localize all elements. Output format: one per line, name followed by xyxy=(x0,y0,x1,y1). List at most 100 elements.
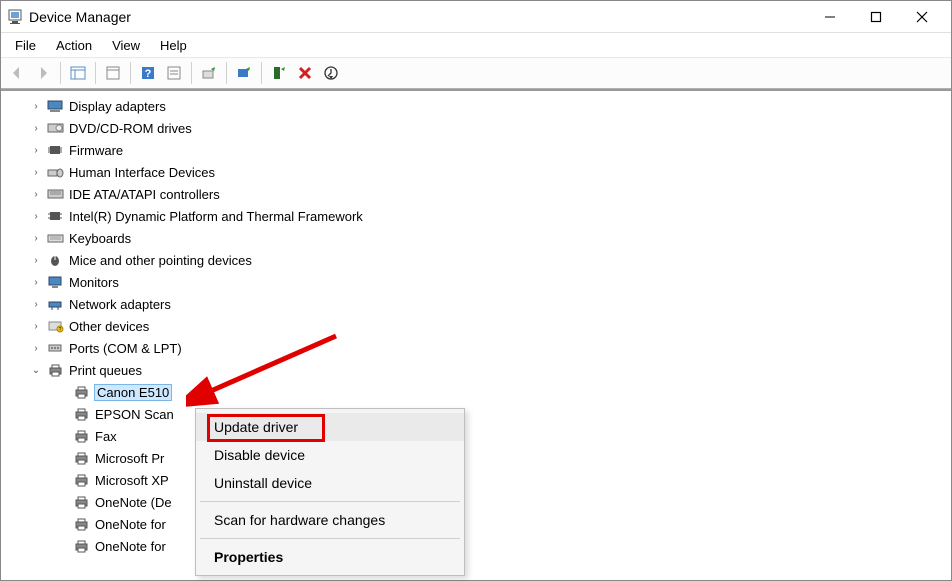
expand-icon[interactable]: › xyxy=(29,165,43,179)
toolbar-separator xyxy=(226,62,227,84)
expand-icon[interactable]: › xyxy=(29,121,43,135)
printer-icon xyxy=(73,406,91,422)
window-title: Device Manager xyxy=(29,9,807,25)
tree-label: Other devices xyxy=(69,319,149,334)
tree-node-onenote-for1[interactable]: OneNote for xyxy=(1,513,951,535)
menu-file[interactable]: File xyxy=(5,36,46,55)
enable-device-button[interactable] xyxy=(232,61,256,85)
menu-properties[interactable]: Properties xyxy=(196,543,464,571)
window-controls xyxy=(807,2,945,32)
tree-node-canon-e510[interactable]: Canon E510 xyxy=(1,381,951,403)
menu-uninstall-device[interactable]: Uninstall device xyxy=(196,469,464,497)
scan-hardware-button[interactable] xyxy=(319,61,343,85)
tree-label: OneNote for xyxy=(95,539,166,554)
tree-node-hid[interactable]: › Human Interface Devices xyxy=(1,161,951,183)
collapse-icon[interactable]: ⌄ xyxy=(29,363,43,377)
tree-node-microsoft-pr[interactable]: Microsoft Pr xyxy=(1,447,951,469)
tree-node-fax[interactable]: Fax xyxy=(1,425,951,447)
tree-label: Keyboards xyxy=(69,231,131,246)
tree-node-display-adapters[interactable]: › Display adapters xyxy=(1,95,951,117)
printer-icon xyxy=(73,538,91,554)
tree-node-mice[interactable]: › Mice and other pointing devices xyxy=(1,249,951,271)
hid-icon xyxy=(47,164,65,180)
expand-icon[interactable]: › xyxy=(29,319,43,333)
tree-label: Firmware xyxy=(69,143,123,158)
tree-node-epson-scan[interactable]: EPSON Scan xyxy=(1,403,951,425)
close-button[interactable] xyxy=(899,2,945,32)
forward-button[interactable] xyxy=(31,61,55,85)
tree-node-firmware[interactable]: › Firmware xyxy=(1,139,951,161)
back-button[interactable] xyxy=(5,61,29,85)
tree-node-intel-dptf[interactable]: › Intel(R) Dynamic Platform and Thermal … xyxy=(1,205,951,227)
tree-node-ports[interactable]: › Ports (COM & LPT) xyxy=(1,337,951,359)
menu-help[interactable]: Help xyxy=(150,36,197,55)
expand-icon[interactable]: › xyxy=(29,99,43,113)
tree-label: Canon E510 xyxy=(95,385,171,400)
dvd-icon xyxy=(47,120,65,136)
maximize-button[interactable] xyxy=(853,2,899,32)
other-icon: ? xyxy=(47,318,65,334)
tree-node-monitors[interactable]: › Monitors xyxy=(1,271,951,293)
tree-label: Intel(R) Dynamic Platform and Thermal Fr… xyxy=(69,209,363,224)
printer-icon xyxy=(73,450,91,466)
keyboard-icon xyxy=(47,230,65,246)
printer-icon xyxy=(73,472,91,488)
mouse-icon xyxy=(47,252,65,268)
tree-label: Microsoft XP xyxy=(95,473,169,488)
toolbar: ? xyxy=(1,57,951,89)
tree-node-network[interactable]: › Network adapters xyxy=(1,293,951,315)
printer-icon xyxy=(73,384,91,400)
tree-label: OneNote (De xyxy=(95,495,172,510)
tree-node-print-queues[interactable]: ⌄ Print queues xyxy=(1,359,951,381)
help-button[interactable]: ? xyxy=(136,61,160,85)
printer-icon xyxy=(73,516,91,532)
svg-text:?: ? xyxy=(145,68,152,80)
toolbar-separator xyxy=(130,62,131,84)
chip-icon xyxy=(47,208,65,224)
show-hide-tree-button[interactable] xyxy=(66,61,90,85)
toolbar-separator xyxy=(60,62,61,84)
menu-scan-hardware[interactable]: Scan for hardware changes xyxy=(196,506,464,534)
delete-button[interactable] xyxy=(293,61,317,85)
tree-label: Ports (COM & LPT) xyxy=(69,341,182,356)
printer-icon xyxy=(73,428,91,444)
menu-update-driver[interactable]: Update driver xyxy=(196,413,464,441)
tree-node-ide[interactable]: › IDE ATA/ATAPI controllers xyxy=(1,183,951,205)
uninstall-button[interactable] xyxy=(267,61,291,85)
ports-icon xyxy=(47,340,65,356)
update-driver-button[interactable] xyxy=(197,61,221,85)
expand-icon[interactable]: › xyxy=(29,297,43,311)
menu-view[interactable]: View xyxy=(102,36,150,55)
monitor-icon xyxy=(47,274,65,290)
expand-icon[interactable]: › xyxy=(29,143,43,157)
properties-button[interactable] xyxy=(101,61,125,85)
menubar: File Action View Help xyxy=(1,33,951,57)
context-menu: Update driver Disable device Uninstall d… xyxy=(195,408,465,576)
tree-node-microsoft-xp[interactable]: Microsoft XP xyxy=(1,469,951,491)
toolbar-separator xyxy=(191,62,192,84)
minimize-button[interactable] xyxy=(807,2,853,32)
tree-node-onenote-for2[interactable]: OneNote for xyxy=(1,535,951,557)
action-properties-button[interactable] xyxy=(162,61,186,85)
expand-icon[interactable]: › xyxy=(29,209,43,223)
expand-icon[interactable]: › xyxy=(29,187,43,201)
device-tree: › Display adapters › DVD/CD-ROM drives ›… xyxy=(1,89,951,578)
menu-disable-device[interactable]: Disable device xyxy=(196,441,464,469)
svg-text:?: ? xyxy=(59,327,62,333)
expand-icon[interactable]: › xyxy=(29,341,43,355)
printer-icon xyxy=(47,362,65,378)
tree-node-onenote-de[interactable]: OneNote (De xyxy=(1,491,951,513)
expand-icon[interactable]: › xyxy=(29,253,43,267)
menu-separator xyxy=(200,501,460,502)
menu-action[interactable]: Action xyxy=(46,36,102,55)
tree-label: Human Interface Devices xyxy=(69,165,215,180)
toolbar-separator xyxy=(95,62,96,84)
expand-icon[interactable]: › xyxy=(29,231,43,245)
tree-node-other[interactable]: › ? Other devices xyxy=(1,315,951,337)
tree-node-keyboards[interactable]: › Keyboards xyxy=(1,227,951,249)
expand-icon[interactable]: › xyxy=(29,275,43,289)
titlebar: Device Manager xyxy=(1,1,951,33)
tree-node-dvd-cd[interactable]: › DVD/CD-ROM drives xyxy=(1,117,951,139)
tree-label: DVD/CD-ROM drives xyxy=(69,121,192,136)
tree-label: Microsoft Pr xyxy=(95,451,164,466)
